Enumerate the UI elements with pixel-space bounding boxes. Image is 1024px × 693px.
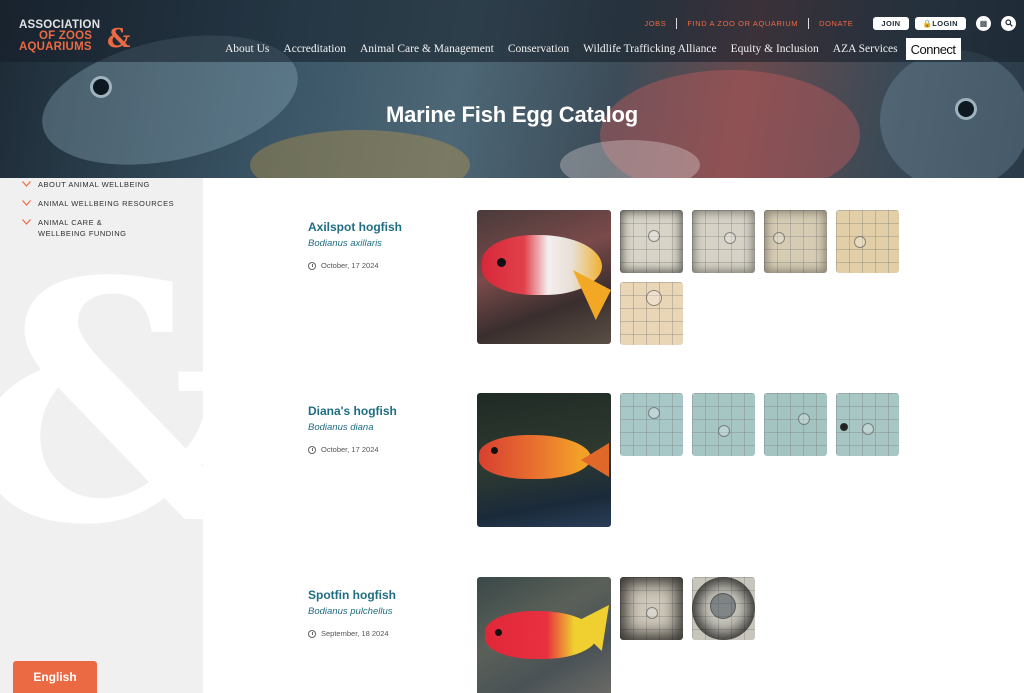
nav-conservation[interactable]: Conservation [501,43,576,55]
egg-shape [862,423,874,435]
fish-eye [497,258,506,267]
egg-shape [646,290,662,306]
egg-shape [798,413,810,425]
egg-image[interactable] [836,393,899,456]
utility-nav: JOBS FIND A ZOO OR AQUARIUM DONATE JOIN … [634,15,1016,31]
vignette [692,210,755,273]
clock-icon [308,261,316,270]
sidebar-item-label: ANIMAL WELLBEING RESOURCES [38,199,175,208]
page-title: Marine Fish Egg Catalog [385,102,639,127]
main-nav: About Us Accreditation Animal Care & Man… [218,38,1014,60]
jobs-link[interactable]: JOBS [634,19,676,28]
egg-image[interactable] [836,210,899,273]
logo-ampersand: & [107,24,131,54]
find-zoo-link[interactable]: FIND A ZOO OR AQUARIUM [677,19,808,28]
aza-logo[interactable]: ASSOCIATION OF ZOOS AQUARIUMS & [19,19,130,54]
nav-equity-inclusion[interactable]: Equity & Inclusion [724,43,826,55]
chevron-down-icon [22,217,32,227]
clock-icon [308,445,316,454]
fish-eye [495,629,502,636]
sidebar-menu: ABOUT ANIMAL WELLBEING ANIMAL WELLBEING … [22,178,178,247]
vignette [620,577,683,640]
egg-image[interactable] [620,210,683,273]
fish-eye [491,447,498,454]
egg-shape [840,423,848,431]
grid-lines [836,210,899,273]
logo-line-3-text: AQUARIUMS [19,41,92,53]
fish-photo[interactable] [477,393,611,527]
login-button[interactable]: 🔒LOGIN [914,16,966,30]
entry-date-text: October, 17 2024 [321,261,379,270]
sidebar-item-label: ANIMAL CARE & WELLBEING FUNDING [38,218,127,238]
nav-animal-care[interactable]: Animal Care & Management [353,43,501,55]
egg-shape [854,236,866,248]
egg-image[interactable] [764,210,827,273]
entry-date-text: September, 18 2024 [321,629,389,638]
chevron-down-icon [22,198,32,208]
egg-image[interactable] [620,577,683,640]
egg-shape [648,407,660,419]
fish-photo[interactable] [477,210,611,344]
egg-shape [718,425,730,437]
nav-connect[interactable]: Connect [905,38,961,60]
sidebar-item-about-wellbeing[interactable]: ABOUT ANIMAL WELLBEING [22,179,178,190]
egg-image[interactable] [620,282,683,345]
donate-link[interactable]: DONATE [809,19,863,28]
fish-photo[interactable] [477,577,611,693]
sidebar-item-wellbeing-resources[interactable]: ANIMAL WELLBEING RESOURCES [22,198,178,209]
sidebar: & ABOUT ANIMAL WELLBEING ANIMAL WELLBEIN… [0,178,203,693]
grid-lines [620,393,683,456]
vignette [620,210,683,273]
hero-fish-shape [250,130,470,178]
fish-shape [479,435,591,479]
egg-image[interactable] [692,210,755,273]
language-selector-button[interactable]: English [13,661,97,693]
join-button[interactable]: JOIN [873,16,909,30]
vignette [692,577,755,640]
nav-accreditation[interactable]: Accreditation [276,43,353,55]
egg-image[interactable] [692,577,755,640]
sidebar-ampersand-graphic: & [0,238,203,568]
sidebar-item-wellbeing-funding[interactable]: ANIMAL CARE & WELLBEING FUNDING [22,217,178,239]
hero-fish-eye [90,76,112,98]
egg-image[interactable] [692,393,755,456]
hero-banner: ASSOCIATION OF ZOOS AQUARIUMS & JOBS FIN… [0,0,1024,178]
nav-about-us[interactable]: About Us [218,43,276,55]
fish-shape [485,611,597,659]
calendar-icon[interactable]: ▦ [976,15,991,31]
entry-date-text: October, 17 2024 [321,445,379,454]
grid-lines [764,393,827,456]
vignette [764,210,827,273]
search-icon[interactable] [1001,15,1016,31]
sidebar-item-label: ABOUT ANIMAL WELLBEING [38,180,150,189]
nav-aza-services[interactable]: AZA Services [826,43,905,55]
chevron-down-icon [22,179,32,189]
egg-image[interactable] [620,393,683,456]
egg-image[interactable] [764,393,827,456]
nav-wildlife-trafficking[interactable]: Wildlife Trafficking Alliance [576,43,723,55]
logo-line-3: AQUARIUMS [19,41,119,53]
clock-icon [308,629,316,638]
